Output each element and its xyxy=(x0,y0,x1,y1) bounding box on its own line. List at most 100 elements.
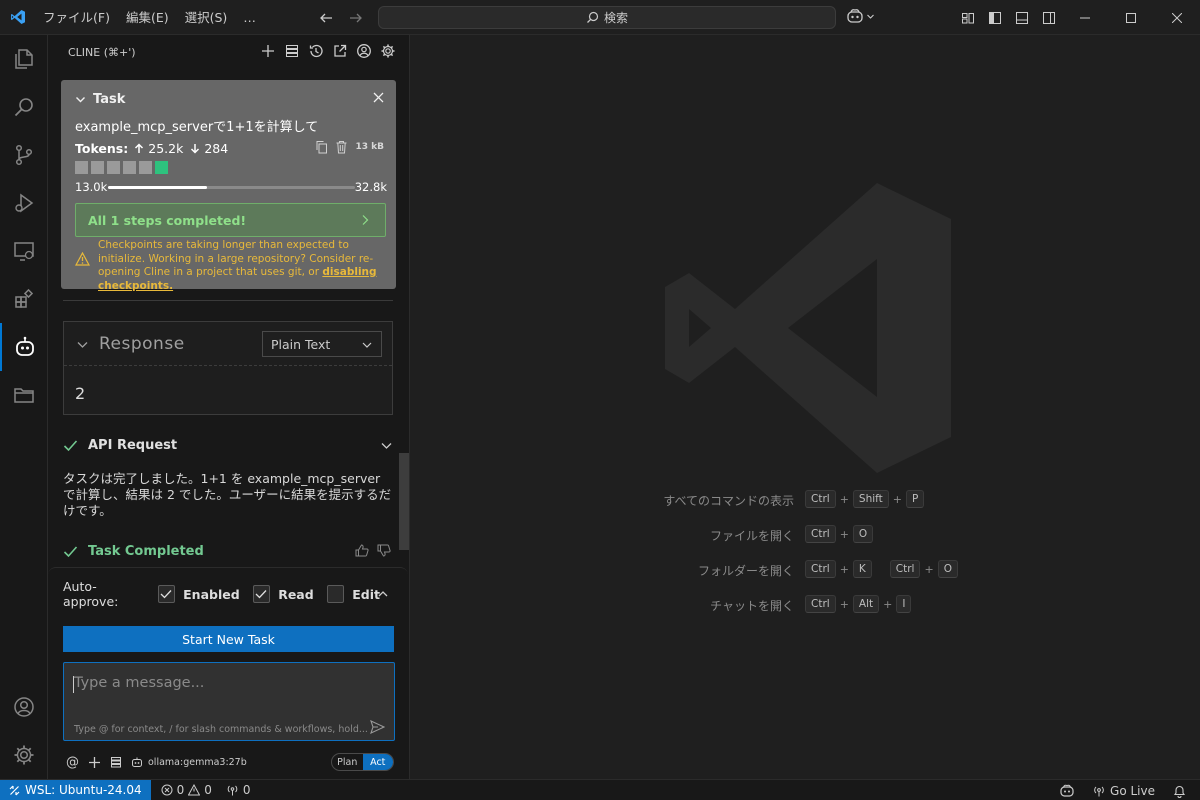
chevron-up-icon[interactable] xyxy=(377,588,389,600)
problems-indicator[interactable]: 0 0 xyxy=(161,783,212,797)
mcp-servers-icon[interactable] xyxy=(284,43,300,59)
explorer-icon[interactable] xyxy=(0,35,48,83)
search-view-icon[interactable] xyxy=(0,83,48,131)
keycap: K xyxy=(852,560,872,578)
forward-arrow-icon[interactable] xyxy=(348,10,364,26)
copilot-menu-button[interactable] xyxy=(846,8,875,24)
steps-completed-banner[interactable]: All 1 steps completed! xyxy=(75,203,386,237)
menu-selection[interactable]: 選択(S) xyxy=(177,0,236,35)
open-in-editor-icon[interactable] xyxy=(332,43,348,59)
model-selector[interactable]: ollama:gemma3:27b xyxy=(131,756,247,768)
act-mode-option[interactable]: Act xyxy=(362,754,393,770)
search-label: 検索 xyxy=(603,11,628,25)
checkpoint-block xyxy=(139,161,152,174)
shortcut-label: すべてのコマンドの表示 xyxy=(663,494,794,508)
task-card: Task example_mcp_serverで1+1を計算して Tokens:… xyxy=(61,80,396,292)
thumbs-up-icon[interactable] xyxy=(355,544,369,557)
thumbs-down-icon[interactable] xyxy=(377,544,391,557)
plan-mode-option[interactable]: Plan xyxy=(332,754,363,770)
toggle-primary-sidebar-icon[interactable] xyxy=(987,10,1003,26)
broadcast-icon xyxy=(226,784,239,796)
task-tools: 13 kB xyxy=(315,140,384,154)
accounts-icon[interactable] xyxy=(0,683,48,731)
shortcut-keys: Ctrl + K Ctrl + O xyxy=(805,560,958,578)
ports-indicator[interactable]: 0 xyxy=(226,783,251,797)
edit-checkbox[interactable] xyxy=(326,585,345,603)
send-icon[interactable] xyxy=(370,720,385,734)
folder-icon[interactable] xyxy=(0,371,48,419)
plan-act-toggle[interactable]: Plan Act xyxy=(331,753,394,771)
menu-edit[interactable]: 編集(E) xyxy=(118,0,177,35)
menu-more[interactable]: … xyxy=(235,0,264,35)
response-format-select[interactable]: Plain Text xyxy=(262,331,382,357)
extensions-icon[interactable] xyxy=(0,275,48,323)
task-header[interactable]: Task xyxy=(75,92,125,107)
mention-icon[interactable]: @ xyxy=(66,755,79,770)
new-task-plus-icon[interactable] xyxy=(260,43,276,59)
enabled-checkbox[interactable] xyxy=(157,585,176,603)
account-icon[interactable] xyxy=(356,43,372,59)
command-search-box[interactable]: 検索 xyxy=(378,6,836,29)
mcp-servers-icon[interactable] xyxy=(110,756,122,768)
message-placeholder: Type a message... xyxy=(74,675,205,691)
check-icon xyxy=(63,545,78,558)
vscode-logo-icon xyxy=(0,0,35,35)
close-window-button[interactable] xyxy=(1154,0,1200,35)
sidebar-actions xyxy=(260,43,396,59)
copilot-status-icon[interactable] xyxy=(1059,784,1075,798)
sidebar-scrollbar[interactable] xyxy=(399,453,409,550)
input-toolbar: @ ollama:gemma3:27b Plan Act xyxy=(66,753,394,771)
menu-file[interactable]: ファイル(F) xyxy=(35,0,118,35)
go-live-button[interactable]: Go Live xyxy=(1093,784,1155,798)
remote-icon xyxy=(9,785,20,796)
close-task-icon[interactable] xyxy=(373,92,384,103)
key-plus: + xyxy=(892,492,902,506)
response-value: 2 xyxy=(75,384,86,403)
run-debug-icon[interactable] xyxy=(0,179,48,227)
arrow-down-icon xyxy=(190,143,200,154)
customize-layout-icon[interactable] xyxy=(960,10,976,26)
source-control-icon[interactable] xyxy=(0,131,48,179)
steps-label: All 1 steps completed! xyxy=(88,212,247,228)
cline-robot-icon[interactable] xyxy=(0,323,48,371)
chevron-down-icon xyxy=(380,439,393,452)
key-plus: + xyxy=(839,562,849,576)
maximize-button[interactable] xyxy=(1108,0,1154,35)
notifications-bell-icon[interactable] xyxy=(1173,784,1186,798)
remote-explorer-icon[interactable] xyxy=(0,227,48,275)
checkpoint-block-current xyxy=(155,161,168,174)
keycap: P xyxy=(906,490,925,508)
remote-indicator[interactable]: WSL: Ubuntu-24.04 xyxy=(0,779,151,800)
read-checkbox[interactable] xyxy=(252,585,271,603)
sidebar-title: CLINE (⌘+') xyxy=(68,46,136,59)
arrow-up-icon xyxy=(134,143,144,154)
manage-gear-icon[interactable] xyxy=(0,731,48,779)
auto-approve-bar: Auto-approve: Enabled Read Edit xyxy=(63,579,393,609)
settings-gear-icon[interactable] xyxy=(380,43,396,59)
api-request-row[interactable]: API Request xyxy=(63,435,393,455)
toggle-secondary-sidebar-icon[interactable] xyxy=(1041,10,1057,26)
navigation-controls xyxy=(318,0,364,35)
message-input[interactable]: Type a message... Type @ for context, / … xyxy=(63,662,395,741)
response-toggle[interactable]: Response xyxy=(76,334,185,354)
toggle-panel-icon[interactable] xyxy=(1014,10,1030,26)
api-request-label: API Request xyxy=(88,437,178,453)
search-icon xyxy=(586,11,599,24)
history-icon[interactable] xyxy=(308,43,324,59)
chevron-down-icon xyxy=(361,339,373,351)
shortcut-row: フォルダーを開く Ctrl + K Ctrl + O xyxy=(410,560,1200,580)
error-icon xyxy=(161,784,173,796)
back-arrow-icon[interactable] xyxy=(318,10,334,26)
minimize-button[interactable] xyxy=(1062,0,1108,35)
token-usage: Tokens: 25.2k 284 xyxy=(75,141,228,156)
copy-icon[interactable] xyxy=(315,140,328,154)
key-plus: + xyxy=(883,597,893,611)
add-plus-icon[interactable] xyxy=(88,756,101,769)
ports-count: 0 xyxy=(242,783,251,797)
response-format-value: Plain Text xyxy=(271,336,331,352)
start-new-task-button[interactable]: Start New Task xyxy=(63,626,394,652)
enabled-label: Enabled xyxy=(183,586,240,602)
keycap: Ctrl xyxy=(889,560,921,578)
trash-icon[interactable] xyxy=(335,140,348,154)
keycap: Ctrl xyxy=(805,490,836,508)
